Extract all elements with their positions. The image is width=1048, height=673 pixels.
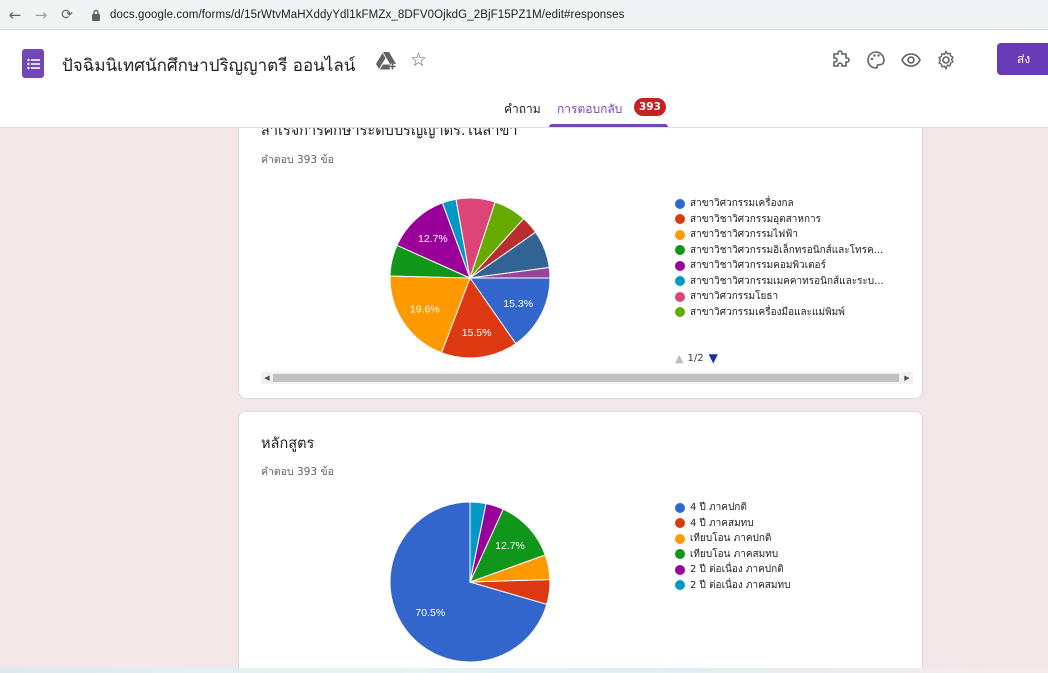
legend-color-dot — [675, 276, 685, 287]
slice-percent-label: 15.3% — [503, 298, 533, 310]
legend-color-dot — [675, 245, 685, 256]
question-title: สำเร็จการศึกษาระดับปริญญาตรี.ในสาขา — [261, 128, 518, 139]
legend-color-dot — [675, 214, 685, 225]
tab-responses[interactable]: การตอบกลับ — [557, 100, 622, 119]
legend-item[interactable]: สาขาวิชาวิศวกรรมเมคคาทรอนิกส์และระบ... — [675, 274, 884, 290]
legend-color-dot — [675, 198, 685, 209]
bottom-edge — [0, 668, 1048, 673]
pager-down-icon[interactable]: ▼ — [709, 351, 718, 365]
legend-label: เทียบโอน ภาคปกติ — [690, 533, 772, 545]
legend-label: สาขาวิชาวิศวกรรมคอมพิวเตอร์ — [690, 260, 826, 272]
address-bar[interactable]: docs.google.com/forms/d/15rWtvMaHXddyYdl… — [90, 4, 1040, 26]
question-summary-card: สำเร็จการศึกษาระดับปริญญาตรี.ในสาขา คำตอ… — [238, 128, 923, 399]
legend-item[interactable]: สาขาวิชาวิศวกรรมอิเล็กทรอนิกส์และโทรค... — [675, 243, 884, 259]
question-summary-card: หลักสูตร คำตอบ 393 ข้อ 70.5% 12.7% 4 ปี ภ… — [238, 411, 923, 673]
legend-color-dot — [675, 580, 685, 591]
slice-percent-label: 15.5% — [462, 327, 492, 339]
back-arrow-icon[interactable]: ← — [4, 4, 26, 26]
legend-item[interactable]: สาขาวิศวกรรมเครื่องกล — [675, 196, 884, 212]
legend-color-dot — [675, 502, 685, 513]
legend-item[interactable]: 4 ปี ภาคปกติ — [675, 500, 790, 516]
responses-panel: สำเร็จการศึกษาระดับปริญญาตรี.ในสาขา คำตอ… — [0, 128, 1048, 673]
legend-color-dot — [675, 229, 685, 240]
legend-pager: ▲ 1/2 ▼ — [675, 351, 718, 365]
response-count: คำตอบ 393 ข้อ — [261, 154, 334, 166]
legend-label: 4 ปี ภาคปกติ — [690, 502, 747, 514]
settings-gear-icon[interactable] — [934, 48, 958, 72]
move-to-folder-icon[interactable] — [376, 51, 398, 73]
preview-eye-icon[interactable] — [899, 48, 923, 72]
legend-label: สาขาวิศวกรรมโยธา — [690, 291, 779, 303]
legend-item[interactable]: 2 ปี ต่อเนื่อง ภาคสมทบ — [675, 578, 790, 594]
chart-legend: สาขาวิศวกรรมเครื่องกลสาขาวิชาวิศวกรรมอุต… — [675, 196, 884, 320]
response-count: คำตอบ 393 ข้อ — [261, 466, 334, 478]
lock-icon — [90, 8, 102, 22]
send-button[interactable]: ส่ง — [997, 43, 1048, 75]
legend-label: สาขาวิศวกรรมเครื่องกล — [690, 198, 794, 210]
legend-item[interactable]: สาขาวิศวกรรมเครื่องมือและแม่พิมพ์ — [675, 305, 884, 321]
forms-app-icon[interactable] — [22, 49, 44, 78]
browser-toolbar: ← → ⟳ docs.google.com/forms/d/15rWtvMaHX… — [0, 0, 1048, 30]
legend-color-dot — [675, 291, 685, 302]
slice-percent-label: 19.6% — [410, 303, 440, 315]
reload-icon[interactable]: ⟳ — [56, 4, 78, 26]
legend-label: 2 ปี ต่อเนื่อง ภาคสมทบ — [690, 579, 791, 591]
legend-color-dot — [675, 549, 685, 560]
addons-puzzle-icon[interactable] — [829, 48, 853, 72]
scroll-right-icon[interactable]: ▶ — [901, 372, 913, 384]
legend-item[interactable]: 2 ปี ต่อเนื่อง ภาคปกติ — [675, 562, 790, 578]
legend-label: สาขาวิชาวิศวกรรมอุตสาหการ — [690, 213, 822, 225]
slice-percent-label: 12.7% — [418, 233, 448, 245]
active-tab-indicator — [549, 124, 668, 127]
legend-color-dot — [675, 564, 685, 575]
legend-item[interactable]: สาขาวิชาวิศวกรรมไฟฟ้า — [675, 227, 884, 243]
legend-label: 2 ปี ต่อเนื่อง ภาคปกติ — [690, 564, 784, 576]
legend-color-dot — [675, 518, 685, 529]
legend-label: เทียบโอน ภาคสมทบ — [690, 548, 779, 560]
legend-color-dot — [675, 260, 685, 271]
legend-label: สาขาวิชาวิศวกรรมไฟฟ้า — [690, 229, 798, 241]
scroll-left-icon[interactable]: ◀ — [261, 372, 273, 384]
legend-color-dot — [675, 533, 685, 544]
legend-label: สาขาวิชาวิศวกรรมเมคคาทรอนิกส์และระบ... — [690, 275, 884, 287]
legend-item[interactable]: 4 ปี ภาคสมทบ — [675, 516, 790, 532]
scrollbar-thumb[interactable] — [273, 374, 899, 382]
star-icon[interactable]: ☆ — [410, 49, 427, 71]
legend-label: 4 ปี ภาคสมทบ — [690, 517, 754, 529]
legend-item[interactable]: สาขาวิชาวิศวกรรมคอมพิวเตอร์ — [675, 258, 884, 274]
tab-questions[interactable]: คำถาม — [504, 100, 541, 119]
forward-arrow-icon[interactable]: → — [30, 4, 52, 26]
horizontal-scrollbar[interactable]: ◀ ▶ — [261, 372, 913, 384]
pager-label: 1/2 — [687, 352, 704, 364]
legend-item[interactable]: สาขาวิชาวิศวกรรมอุตสาหการ — [675, 212, 884, 228]
pie-chart: 15.3% 15.5% 19.6% 12.7% — [389, 197, 551, 359]
url-text: docs.google.com/forms/d/15rWtvMaHXddyYdl… — [110, 9, 625, 21]
pager-up-icon[interactable]: ▲ — [675, 352, 683, 365]
responses-count-badge: 393 — [634, 98, 666, 116]
form-title[interactable]: ปัจฉิมนิเทศนักศึกษาปริญญาตรี ออนไลน์ — [62, 52, 355, 79]
legend-color-dot — [675, 307, 685, 318]
palette-icon[interactable] — [864, 48, 888, 72]
question-title: หลักสูตร — [261, 436, 315, 452]
legend-label: สาขาวิศวกรรมเครื่องมือและแม่พิมพ์ — [690, 306, 845, 318]
legend-item[interactable]: สาขาวิศวกรรมโยธา — [675, 289, 884, 305]
pie-chart: 70.5% 12.7% — [389, 501, 551, 663]
legend-item[interactable]: เทียบโอน ภาคสมทบ — [675, 547, 790, 563]
slice-percent-label: 12.7% — [495, 540, 525, 552]
forms-header: ปัจฉิมนิเทศนักศึกษาปริญญาตรี ออนไลน์ ☆ ส… — [0, 30, 1048, 128]
chart-legend: 4 ปี ภาคปกติ 4 ปี ภาคสมทบเทียบโอน ภาคปกติ… — [675, 500, 790, 593]
legend-label: สาขาวิชาวิศวกรรมอิเล็กทรอนิกส์และโทรค... — [690, 244, 884, 256]
legend-item[interactable]: เทียบโอน ภาคปกติ — [675, 531, 790, 547]
slice-percent-label: 70.5% — [415, 607, 445, 619]
